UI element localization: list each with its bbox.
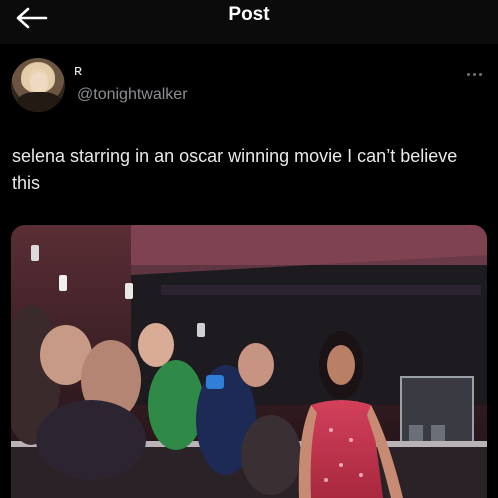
post-media[interactable] bbox=[11, 225, 487, 498]
top-bar: Post bbox=[0, 0, 498, 44]
more-dot-icon bbox=[478, 72, 482, 76]
user-handle[interactable]: @tonightwalker bbox=[77, 86, 188, 104]
display-name[interactable]: ʀ bbox=[74, 62, 82, 79]
avatar-body bbox=[17, 92, 61, 112]
more-dot-icon bbox=[466, 72, 470, 76]
more-options-button[interactable] bbox=[462, 66, 486, 82]
media-image bbox=[11, 225, 487, 498]
page-title: Post bbox=[228, 4, 270, 25]
avatar-face bbox=[30, 72, 48, 94]
post-text: selena starring in an oscar winning movi… bbox=[12, 146, 458, 193]
more-dot-icon bbox=[472, 72, 476, 76]
avatar[interactable] bbox=[11, 58, 65, 112]
